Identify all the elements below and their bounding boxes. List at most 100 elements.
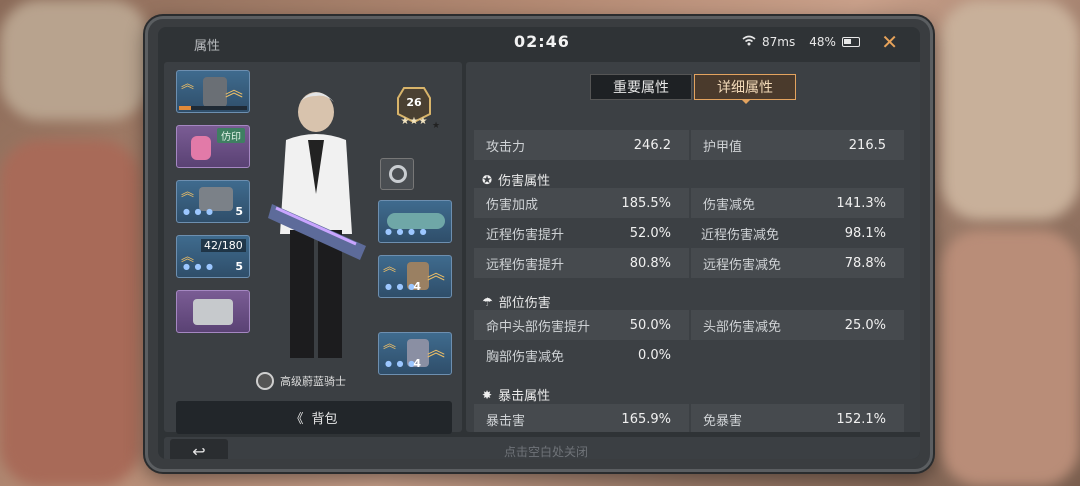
bag-label: 背包	[311, 412, 338, 427]
stat-value: 185.5%	[621, 195, 671, 211]
background-floor	[0, 140, 140, 486]
upgrade-chevron-icon: ︽	[383, 337, 397, 352]
stat-label: 头部伤害减免	[703, 319, 782, 335]
weapon-level: 5	[235, 205, 243, 218]
stat-cell: 远程伤害减免 78.8%	[689, 248, 904, 278]
star-dots: ● ● ●	[385, 359, 417, 368]
section-damage: ✪ 伤害属性	[482, 170, 550, 190]
bracelet-slot[interactable]: ● ● ● ●	[378, 200, 452, 243]
stat-cell: 命中头部伤害提升 50.0%	[474, 310, 689, 340]
level-badge: ★★★ ★ 26	[388, 86, 440, 132]
stat-label: 近程伤害提升	[486, 227, 565, 243]
status-area: 87ms 48%	[742, 35, 860, 49]
stat-value: 141.3%	[836, 195, 886, 211]
attributes-panel: 重要属性 详细属性 攻击力 246.2 护甲值 216.5 ✪ 伤害属性 伤害加成 1…	[466, 62, 920, 432]
table-row: 远程伤害提升 80.8% 远程伤害减免 78.8%	[474, 248, 904, 278]
rank-title: 高级蔚蓝骑士	[256, 372, 346, 390]
stat-cell	[689, 340, 904, 370]
stat-value: 165.9%	[621, 411, 671, 427]
section-title: 暴击属性	[498, 389, 551, 404]
ping-value: 87ms	[762, 35, 796, 49]
stat-label: 近程伤害减免	[701, 227, 780, 243]
armor-slot-b[interactable]: ︽ ︽ ● ● ● 4	[378, 332, 452, 375]
close-icon[interactable]: ✕	[881, 30, 898, 54]
stat-value: 52.0%	[629, 225, 671, 241]
stat-label: 远程伤害减免	[703, 257, 782, 273]
equipment-panel: ︽ ︽ 仿印 ︽ ● ● ● 5 42/180 ︽ ● ● ● 5 ★★★ ★ …	[164, 62, 462, 434]
seal-slot[interactable]: 仿印	[176, 125, 250, 168]
stat-value: 152.1%	[836, 411, 886, 427]
stat-cell: 远程伤害提升 80.8%	[474, 248, 689, 278]
section-title: 部位伤害	[498, 296, 551, 311]
player-level: 26	[406, 96, 422, 109]
ring-slot[interactable]	[380, 158, 414, 190]
star-dots: ● ● ●	[183, 207, 215, 216]
top-bar: 属性 02:46 87ms 48% ✕	[158, 27, 920, 59]
weapon-slot-primary[interactable]: ︽ ● ● ● 5	[176, 180, 250, 223]
star-dots: ● ● ●	[183, 262, 215, 271]
melee-slot[interactable]	[176, 290, 250, 333]
stat-value: 98.1%	[844, 225, 886, 241]
stat-cell: 胸部伤害减免 0.0%	[474, 340, 689, 370]
critical-section-icon: ✸	[482, 387, 493, 402]
wifi-icon	[742, 35, 756, 49]
body-part-section-icon: ☂	[482, 294, 493, 309]
stat-label: 胸部伤害减免	[486, 349, 565, 365]
clock: 02:46	[514, 32, 570, 51]
stat-cell: 暴击害 165.9%	[474, 404, 689, 432]
star-dots: ● ● ●	[385, 282, 417, 291]
stat-value: 216.5	[848, 137, 886, 153]
back-arrow-icon: ↩	[192, 441, 206, 460]
window-title: 属性	[194, 39, 221, 54]
back-button[interactable]: ↩	[170, 439, 228, 459]
rank-badge-icon: ★★★ ★	[397, 87, 440, 131]
rank-chevron-icon: ︽	[225, 80, 243, 101]
damage-section-icon: ✪	[482, 172, 493, 187]
stat-cell: 近程伤害减免 98.1%	[689, 218, 904, 248]
stat-label: 远程伤害提升	[486, 257, 565, 273]
stat-label: 免暴害	[703, 413, 743, 429]
weapon-slot-secondary[interactable]: 42/180 ︽ ● ● ● 5	[176, 235, 250, 278]
close-hint[interactable]: 点击空白处关闭	[504, 443, 588, 459]
stat-value: 50.0%	[629, 317, 671, 333]
stat-value: 246.2	[633, 137, 671, 153]
helmet-item-icon	[203, 77, 227, 107]
armor-level: 4	[413, 280, 421, 293]
character-model	[268, 92, 366, 358]
stat-cell: 伤害减免 141.3%	[689, 188, 904, 218]
seal-item-icon	[191, 136, 211, 160]
stat-label: 护甲值	[703, 139, 743, 155]
durability-bar	[179, 106, 247, 110]
bag-button[interactable]: 《 背包	[176, 401, 452, 434]
upgrade-chevron-icon: ︽	[181, 77, 195, 92]
stat-cell: 免暴害 152.1%	[689, 404, 904, 432]
armor-slot-a[interactable]: ︽ ︽ ● ● ● 4	[378, 255, 452, 298]
stat-cell: 近程伤害提升 52.0%	[474, 218, 689, 248]
melee-item-icon	[193, 299, 233, 325]
stat-cell: 头部伤害减免 25.0%	[689, 310, 904, 340]
attribute-screen: 属性 02:46 87ms 48% ✕ ︽ ︽ 仿印 ︽ ● ● ● 5 42/…	[158, 27, 920, 459]
table-row: 命中头部伤害提升 50.0% 头部伤害减免 25.0%	[474, 310, 904, 340]
stat-label: 伤害加成	[486, 197, 539, 213]
svg-text:★: ★	[432, 121, 440, 131]
bottom-bar: ↩ 点击空白处关闭	[164, 437, 920, 459]
stat-value: 25.0%	[844, 317, 886, 333]
section-critical: ✸ 暴击属性	[482, 385, 551, 405]
rank-chevron-icon: ︽	[427, 340, 445, 361]
stat-value: 0.0%	[637, 347, 671, 363]
section-body-part: ☂ 部位伤害	[482, 292, 551, 312]
table-row: 攻击力 246.2 护甲值 216.5	[474, 130, 904, 160]
stat-cell: 伤害加成 185.5%	[474, 188, 689, 218]
battery-icon	[841, 37, 860, 47]
stat-label: 暴击害	[486, 413, 526, 429]
tab-important-attributes[interactable]: 重要属性	[590, 74, 692, 100]
upgrade-chevron-icon: ︽	[383, 260, 397, 275]
svg-text:★★★: ★★★	[401, 116, 428, 127]
table-row: 近程伤害提升 52.0% 近程伤害减免 98.1%	[474, 218, 904, 248]
upgrade-chevron-icon: ︽	[181, 185, 195, 200]
helmet-slot[interactable]: ︽ ︽	[176, 70, 250, 113]
tab-detailed-attributes[interactable]: 详细属性	[694, 74, 796, 104]
rank-name-text: 高级蔚蓝骑士	[280, 375, 346, 388]
rank-chevron-icon: ︽	[427, 263, 445, 284]
device-frame: 属性 02:46 87ms 48% ✕ ︽ ︽ 仿印 ︽ ● ● ● 5 42/…	[145, 16, 933, 472]
